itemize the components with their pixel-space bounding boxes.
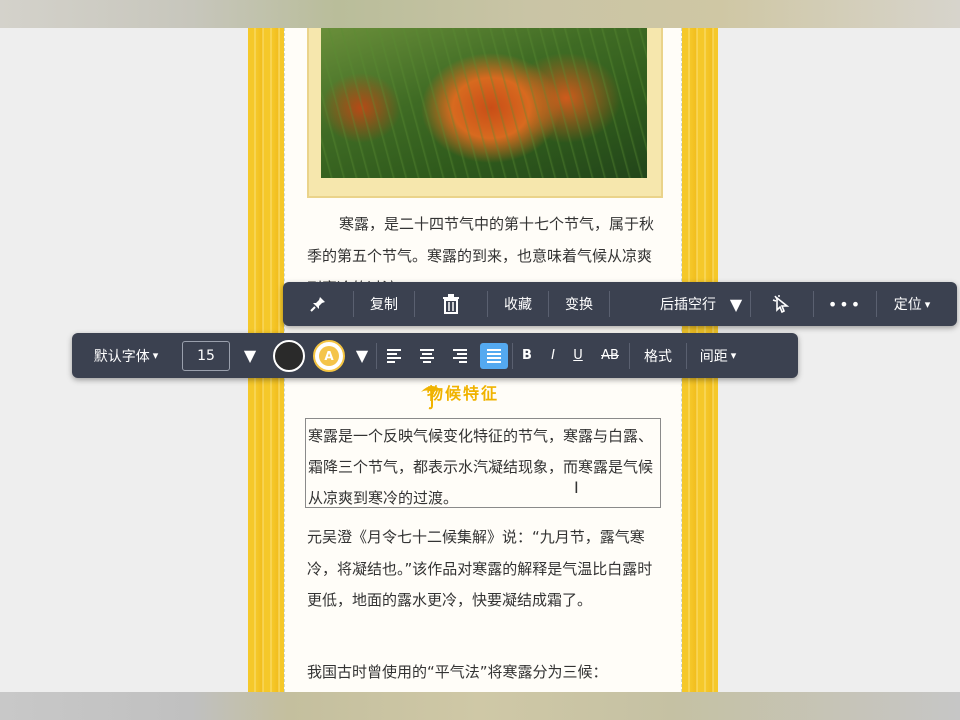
quote-paragraph[interactable]: 元吴澄《月令七十二候集解》说：“九月节，露气寒冷，将凝结也。”该作品对寒露的解释… (307, 522, 663, 617)
collect-button[interactable]: 收藏 (488, 282, 548, 326)
align-justify-button[interactable] (476, 333, 512, 378)
spacing-select[interactable]: 间距 ▾ (687, 333, 749, 378)
highlight-icon: A (313, 339, 345, 372)
pin-icon (310, 297, 325, 312)
text-cursor-icon: I (574, 478, 579, 497)
align-center-icon (419, 348, 434, 363)
spacing-label: 间距 (699, 348, 728, 365)
align-right-icon (452, 348, 467, 363)
font-family-label: 默认字体 (93, 348, 150, 365)
block-toolbar: 复制 收藏 变换 后插空行 ▼ ••• 定位 ▾ (283, 282, 957, 326)
selected-text-block[interactable]: 寒露是一个反映气候变化特征的节气，寒露与白露、霜降三个节气，都表示水汽凝结现象，… (305, 418, 661, 508)
text-color-swatch (273, 339, 305, 372)
highlight-color-button[interactable]: A (310, 333, 348, 378)
bold-button[interactable]: B (513, 333, 541, 378)
locate-label: 定位 (893, 297, 922, 313)
underline-button[interactable]: U (565, 333, 591, 378)
third-paragraph[interactable]: 我国古时曾使用的“平气法”将寒露分为三候： (307, 656, 663, 688)
top-blur-bar (0, 0, 960, 28)
strikethrough-button[interactable]: AB (591, 333, 629, 378)
transform-button[interactable]: 变换 (549, 282, 609, 326)
image-frame[interactable] (307, 28, 663, 198)
font-size-dropdown-icon[interactable]: ▼ (232, 333, 268, 378)
align-justify-icon (480, 342, 508, 369)
align-left-button[interactable] (377, 333, 410, 378)
bottom-blur-bar (0, 692, 960, 720)
align-center-button[interactable] (410, 333, 443, 378)
style-button[interactable]: 格式 (630, 333, 686, 378)
more-button[interactable]: ••• (814, 282, 876, 326)
align-left-icon (386, 348, 401, 363)
font-size-field[interactable]: 15 (180, 333, 232, 378)
locate-button[interactable]: 定位 ▾ (877, 282, 947, 326)
delete-button[interactable] (415, 282, 487, 326)
align-right-button[interactable] (443, 333, 476, 378)
font-family-select[interactable]: 默认字体 ▾ (72, 333, 180, 378)
text-color-button[interactable] (268, 333, 310, 378)
highlight-dropdown-icon[interactable]: ▼ (348, 333, 376, 378)
trash-icon (443, 294, 459, 314)
italic-button[interactable]: I (541, 333, 565, 378)
section-title: 物候特征 (427, 384, 500, 403)
format-toolbar: 默认字体 ▾ 15 ▼ A ▼ B I U AB 格式 间距 ▾ (72, 333, 798, 378)
insert-blank-after-button[interactable]: 后插空行 (610, 282, 722, 326)
font-size-input[interactable]: 15 (182, 340, 230, 371)
insert-dropdown-icon[interactable]: ▼ (722, 282, 750, 326)
cursor-tool-button[interactable] (751, 282, 813, 326)
pin-button[interactable] (283, 282, 353, 326)
copy-button[interactable]: 复制 (354, 282, 414, 326)
cursor-icon (772, 295, 790, 314)
maple-leaf-image (321, 28, 647, 178)
